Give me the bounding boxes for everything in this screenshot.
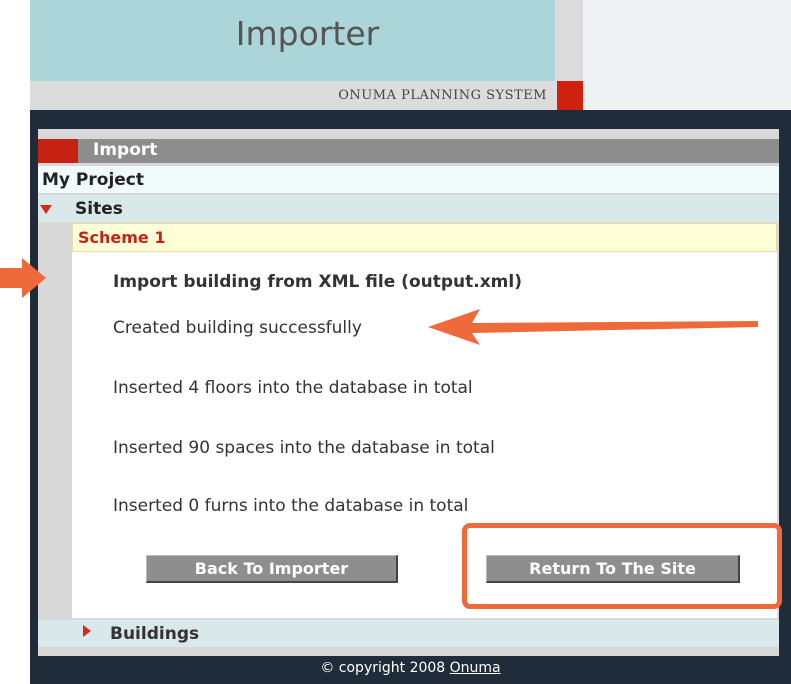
- tree-item-project[interactable]: [38, 166, 779, 193]
- tree-item-sites[interactable]: [38, 195, 779, 222]
- result-message: Inserted 90 spaces into the database in …: [113, 438, 495, 458]
- return-to-site-button[interactable]: Return To The Site: [486, 555, 740, 583]
- annotation-arrow-icon: [428, 309, 758, 345]
- panel-title: Import: [93, 140, 158, 160]
- copyright-text: © copyright 2008: [320, 660, 450, 676]
- footer: © copyright 2008 Onuma: [30, 660, 791, 676]
- result-message: Created building successfully: [113, 318, 362, 338]
- onuma-link[interactable]: Onuma: [450, 660, 501, 676]
- tree-item-scheme-label[interactable]: Scheme 1: [78, 228, 165, 247]
- result-message: Inserted 0 furns into the database in to…: [113, 496, 469, 516]
- header-right-panel: [583, 0, 791, 110]
- result-message: Inserted 4 floors into the database in t…: [113, 378, 473, 398]
- caret-down-icon[interactable]: [40, 205, 52, 214]
- results-title: Import building from XML file (output.xm…: [113, 272, 522, 292]
- tree-item-sites-label[interactable]: Sites: [75, 199, 123, 219]
- tree-item-scheme[interactable]: [72, 223, 777, 252]
- tree-item-project-label[interactable]: My Project: [42, 170, 144, 190]
- app-title: Importer: [235, 14, 380, 53]
- annotation-arrow-icon: [0, 258, 46, 298]
- system-name: ONUMA PLANNING SYSTEM: [338, 88, 547, 103]
- tree-item-buildings-label[interactable]: Buildings: [110, 624, 199, 644]
- caret-right-icon[interactable]: [83, 625, 91, 637]
- panel-accent-block: [38, 139, 78, 163]
- header-accent-block: [557, 81, 583, 110]
- back-to-importer-button[interactable]: Back To Importer: [146, 555, 398, 583]
- panel-title-bar: [78, 139, 779, 163]
